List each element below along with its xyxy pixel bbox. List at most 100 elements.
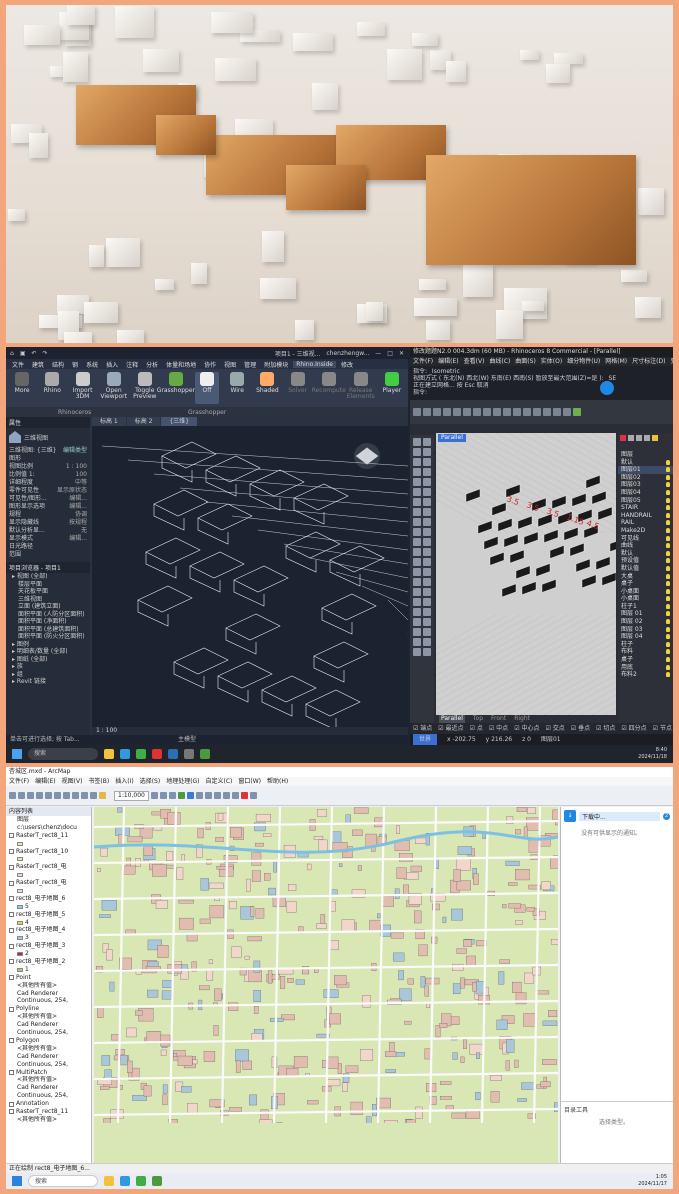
layer-row[interactable]: 图层01	[618, 466, 673, 474]
ribbon-button[interactable]: Player	[380, 372, 404, 404]
rhino-status-field[interactable]: y 216.26	[486, 734, 512, 745]
toc-row[interactable]: 2	[9, 950, 91, 958]
side-tool-icon[interactable]	[413, 508, 421, 516]
toc-row[interactable]: rect8_电子地图_3	[9, 942, 91, 950]
layer-checkbox[interactable]	[9, 849, 14, 854]
layer-visible-icon[interactable]	[666, 489, 670, 495]
viewport-label[interactable]: Parallel	[438, 434, 466, 442]
browser-tree-item[interactable]: 面积平面 (净面积)	[6, 618, 90, 626]
file-explorer-icon[interactable]	[104, 749, 114, 759]
side-tool-icon[interactable]	[413, 478, 421, 486]
layer-visible-icon[interactable]	[666, 581, 670, 587]
toc-row[interactable]: rect8_电子地图_5	[9, 911, 91, 919]
ribbon-tab[interactable]: 建筑	[29, 360, 47, 369]
save-icon[interactable]	[433, 408, 441, 416]
layer-row[interactable]: 桌子	[618, 580, 673, 588]
delete-icon[interactable]	[72, 792, 79, 799]
layer-visible-icon[interactable]	[666, 573, 670, 579]
layer-checkbox[interactable]	[9, 833, 14, 839]
layer-row[interactable]: 图层 04	[618, 633, 673, 641]
osnap-checkbox[interactable]: ☑ 端点	[413, 723, 432, 734]
osnap-checkbox[interactable]: ☑ 垂点	[571, 723, 590, 734]
layer-visible-icon[interactable]	[666, 527, 670, 533]
copy-icon[interactable]	[463, 408, 471, 416]
windows-start-icon[interactable]	[12, 749, 22, 759]
side-tool-icon[interactable]	[413, 498, 421, 506]
rhino-menu-item[interactable]: 曲面(S)	[515, 357, 536, 366]
property-row[interactable]: 范围	[6, 551, 90, 559]
side-tool-icon[interactable]	[423, 438, 431, 446]
python-icon[interactable]	[249, 792, 257, 799]
side-tool-icon[interactable]	[423, 498, 431, 506]
side-tool-icon[interactable]	[413, 598, 421, 606]
layer-visible-icon[interactable]	[666, 619, 670, 625]
rhino-status-field[interactable]: z 0	[522, 734, 531, 745]
layer-row[interactable]: 布料	[618, 648, 673, 656]
arcmap-icon[interactable]	[200, 749, 210, 759]
property-row[interactable]: 可见性/图形... 编辑...	[6, 495, 90, 503]
ribbon-tab[interactable]: Rhino.Inside	[293, 360, 336, 368]
revit-save-icon[interactable]: ▣	[20, 350, 26, 357]
ribbon-tab[interactable]: 注释	[123, 360, 141, 369]
layer-row[interactable]: 默认	[618, 459, 673, 467]
arcmap-menu-item[interactable]: 地理处理(G)	[166, 777, 199, 786]
new-layer-icon[interactable]	[620, 435, 626, 441]
toc-row[interactable]: <其他所有值>	[9, 1116, 91, 1124]
layer-row[interactable]: 图层03	[618, 481, 673, 489]
side-tool-icon[interactable]	[423, 488, 431, 496]
arcmap-menu-item[interactable]: 选择(S)	[140, 777, 161, 786]
ribbon-button[interactable]: Recompute	[312, 372, 346, 404]
toc-row[interactable]: MultiPatch	[9, 1069, 91, 1077]
revit-home-icon[interactable]: ⌂	[10, 350, 14, 357]
map-scale-input[interactable]: 1:10,000	[114, 790, 149, 801]
side-tool-icon[interactable]	[423, 558, 431, 566]
minimize-icon[interactable]: —	[375, 350, 381, 357]
pan-icon[interactable]	[168, 792, 176, 799]
zoom-icon[interactable]	[513, 408, 521, 416]
browser-tree-item[interactable]: 面积平面 (防火分区面积)	[6, 633, 90, 641]
browser-tree-item[interactable]: ▸ 组	[6, 671, 90, 679]
toc-row[interactable]: RasterT_rect8_10	[9, 848, 91, 856]
toc-row[interactable]: Cad Renderer	[9, 990, 91, 998]
open-icon[interactable]	[423, 408, 431, 416]
property-row[interactable]: 默认分析显... 无	[6, 527, 90, 535]
ribbon-tab[interactable]: 文件	[9, 360, 27, 369]
undo-icon[interactable]	[81, 792, 88, 799]
layer-visible-icon[interactable]	[666, 482, 670, 488]
layer-row[interactable]: HANDRAIL	[618, 512, 673, 520]
ribbon-button[interactable]: Open Viewport	[100, 372, 127, 404]
property-row[interactable]: 图形	[6, 455, 90, 463]
paste-icon[interactable]	[63, 792, 70, 799]
toc-row[interactable]: 5	[9, 903, 91, 911]
toc-row[interactable]: 1	[9, 966, 91, 974]
ribbon-button[interactable]: Solver	[286, 372, 310, 404]
layer-visible-icon[interactable]	[666, 520, 670, 526]
side-tool-icon[interactable]	[423, 608, 431, 616]
open-icon[interactable]	[18, 792, 25, 799]
property-row[interactable]: 日光路径	[6, 543, 90, 551]
arctoolbox-icon[interactable]	[240, 792, 248, 799]
revit-user[interactable]: chenzhengw...	[326, 350, 369, 357]
side-tool-icon[interactable]	[413, 468, 421, 476]
ribbon-tab[interactable]: 钢	[69, 360, 81, 369]
layer-visible-icon[interactable]	[666, 626, 670, 632]
toc-row[interactable]: <其他所有值>	[9, 1076, 91, 1084]
arcmap-menu-item[interactable]: 编辑(E)	[35, 777, 55, 786]
zoom-in-icon[interactable]	[150, 792, 158, 799]
layer-row[interactable]: 图层 02	[618, 618, 673, 626]
rhino-menu-item[interactable]: 网格(M)	[605, 357, 627, 366]
layer-checkbox[interactable]	[9, 1069, 14, 1075]
arcmap-menu-item[interactable]: 插入(I)	[115, 777, 133, 786]
viewport-tab[interactable]: Top	[473, 715, 483, 723]
side-tool-icon[interactable]	[413, 488, 421, 496]
toc-row[interactable]: c:\users\chenz\docu	[9, 824, 91, 832]
layer-checkbox[interactable]	[9, 912, 14, 918]
browser-tree-item[interactable]: 楼层平面	[6, 581, 90, 589]
toc-row[interactable]: Continuous, 254,	[9, 997, 91, 1005]
rotate-icon[interactable]	[503, 408, 511, 416]
rhino-menu-item[interactable]: 查看(V)	[464, 357, 485, 366]
rhino-menu-item[interactable]: 细分物件(U)	[567, 357, 600, 366]
toc-row[interactable]: Continuous, 254,	[9, 1061, 91, 1069]
toc-row[interactable]: 4	[9, 919, 91, 927]
ribbon-button[interactable]: Toggle Preview	[133, 372, 157, 404]
